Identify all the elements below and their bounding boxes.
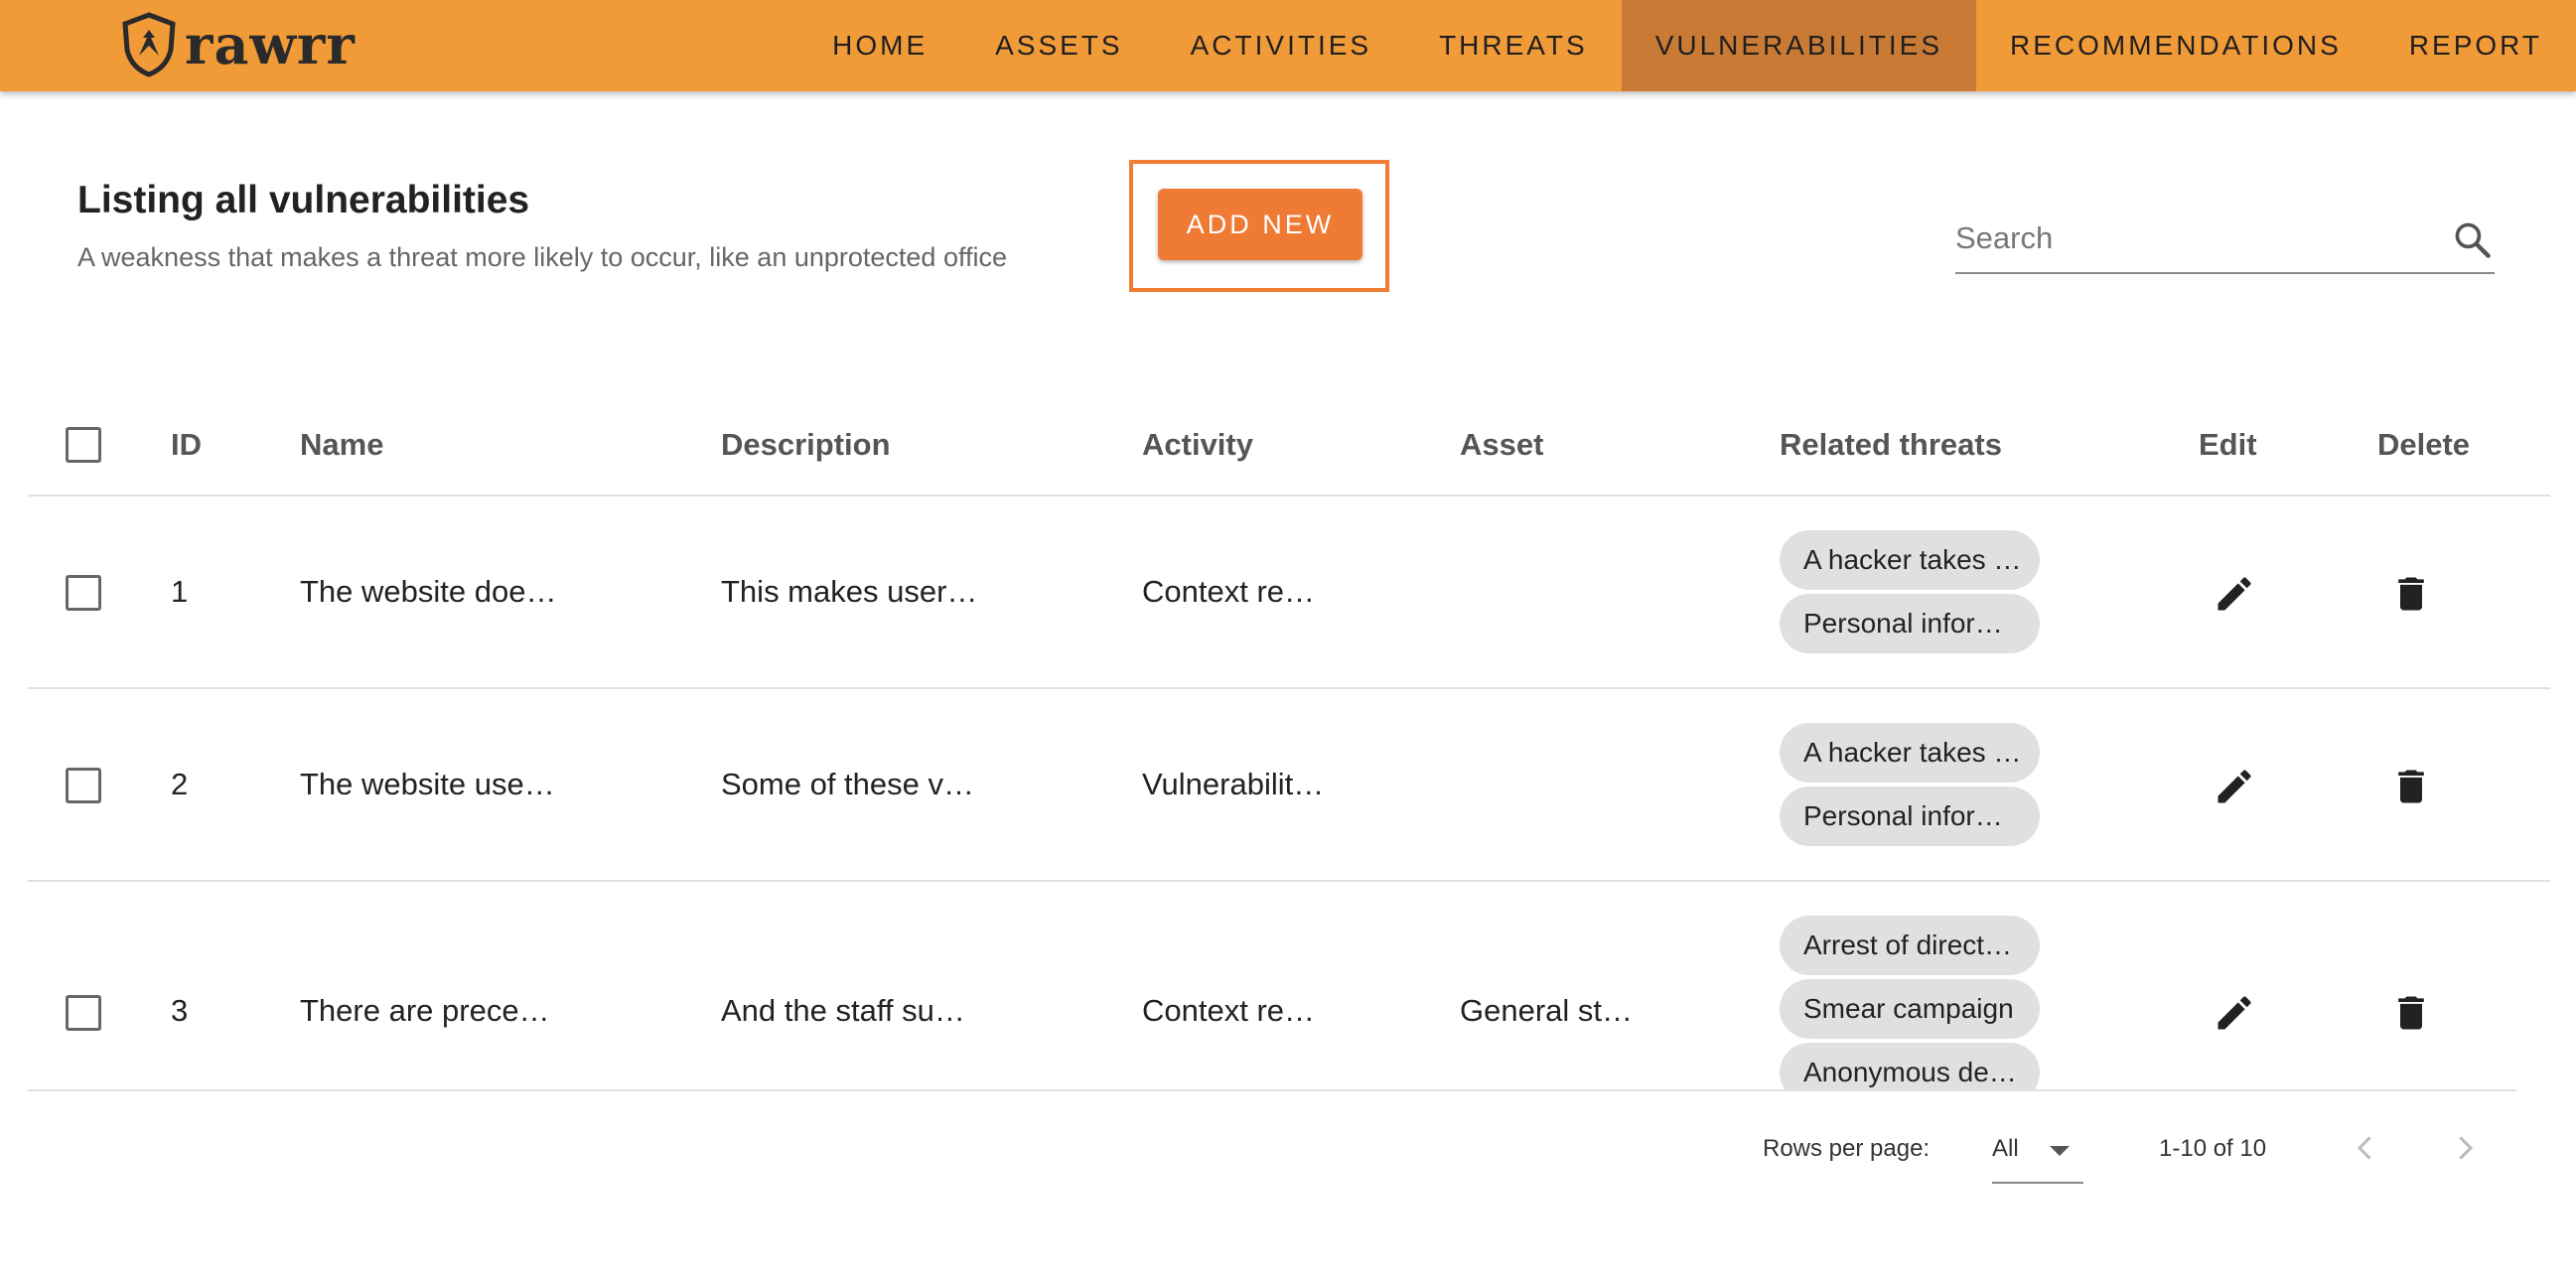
row-description: Some of these v…: [721, 767, 975, 801]
row-checkbox[interactable]: [66, 575, 101, 611]
table-body[interactable]: 1 The website doe… This makes user… Cont…: [28, 497, 2550, 1089]
rows-per-page-value: All: [1992, 1135, 2019, 1162]
threat-chip[interactable]: A hacker takes …: [1780, 723, 2040, 783]
column-header-id[interactable]: ID: [171, 427, 202, 463]
column-header-edit: Edit: [2199, 427, 2257, 462]
threat-chip[interactable]: Smear campaign: [1780, 979, 2040, 1039]
pagination-range: 1-10 of 10: [2159, 1135, 2267, 1162]
threat-chip[interactable]: A hacker takes …: [1780, 530, 2040, 590]
row-checkbox[interactable]: [66, 995, 101, 1031]
shield-logo-icon: [122, 12, 176, 77]
row-checkbox[interactable]: [66, 768, 101, 803]
search-field: [1955, 209, 2495, 274]
table-footer-divider: [28, 1089, 2516, 1091]
row-description: This makes user…: [721, 574, 978, 609]
column-header-activity[interactable]: Activity: [1142, 427, 1253, 463]
page-title: Listing all vulnerabilities: [77, 179, 530, 221]
row-id: 3: [171, 993, 189, 1028]
row-activity: Vulnerabilit…: [1142, 767, 1325, 801]
column-header-related-threats[interactable]: Related threats: [1780, 427, 2002, 463]
nav-activities[interactable]: ACTIVITIES: [1157, 0, 1405, 91]
chevron-down-icon: [2050, 1146, 2070, 1156]
delete-trash-icon[interactable]: [2389, 572, 2433, 616]
nav-threats[interactable]: THREATS: [1405, 0, 1622, 91]
previous-page-icon[interactable]: [2348, 1130, 2383, 1166]
rows-per-page-select[interactable]: All: [1992, 1122, 2083, 1184]
next-page-icon[interactable]: [2447, 1130, 2483, 1166]
row-activity: Context re…: [1142, 993, 1316, 1028]
row-activity: Context re…: [1142, 574, 1316, 609]
nav-vulnerabilities[interactable]: VULNERABILITIES: [1621, 0, 1976, 91]
threat-chip[interactable]: Personal infor…: [1780, 786, 2040, 846]
edit-pencil-icon[interactable]: [2213, 991, 2256, 1035]
page-subtitle: A weakness that makes a threat more like…: [77, 242, 1007, 272]
threat-chip[interactable]: Personal infor…: [1780, 594, 2040, 653]
table-row[interactable]: 2 The website use… Some of these v… Vuln…: [28, 689, 2550, 882]
logo-text: rawrr: [185, 13, 356, 76]
nav-assets[interactable]: ASSETS: [961, 0, 1156, 91]
rows-per-page-label: Rows per page:: [1763, 1135, 1931, 1162]
column-header-asset[interactable]: Asset: [1460, 427, 1543, 463]
edit-pencil-icon[interactable]: [2213, 572, 2256, 616]
threat-chip[interactable]: Arrest of direct…: [1780, 916, 2040, 975]
search-icon[interactable]: [2451, 218, 2495, 262]
threat-chip[interactable]: Anonymous de…: [1780, 1043, 2040, 1089]
edit-pencil-icon[interactable]: [2213, 765, 2256, 808]
delete-trash-icon[interactable]: [2389, 765, 2433, 808]
table-row[interactable]: 1 The website doe… This makes user… Cont…: [28, 497, 2550, 689]
row-id: 2: [171, 767, 189, 801]
delete-trash-icon[interactable]: [2389, 991, 2433, 1035]
row-asset: General st…: [1460, 993, 1634, 1028]
search-input[interactable]: [1955, 209, 2422, 268]
column-header-delete: Delete: [2377, 427, 2471, 462]
row-name: The website use…: [300, 767, 555, 801]
select-all-checkbox[interactable]: [66, 427, 101, 463]
table-row[interactable]: 3 There are prece… And the staff su… Con…: [28, 882, 2550, 1089]
nav-report[interactable]: REPORT: [2375, 0, 2576, 91]
nav-recommendations[interactable]: RECOMMENDATIONS: [1976, 0, 2375, 91]
logo[interactable]: rawrr: [121, 12, 356, 77]
nav-home[interactable]: HOME: [798, 0, 961, 91]
column-header-description[interactable]: Description: [721, 427, 891, 463]
add-new-button[interactable]: ADD NEW: [1158, 189, 1362, 260]
column-header-name[interactable]: Name: [300, 427, 383, 463]
main-nav: HOME ASSETS ACTIVITIES THREATS VULNERABI…: [798, 0, 2576, 91]
row-name: The website doe…: [300, 574, 557, 609]
table-header: ID Name Description Activity Asset Relat…: [28, 397, 2550, 497]
row-description: And the staff su…: [721, 993, 965, 1028]
top-app-bar: rawrr HOME ASSETS ACTIVITIES THREATS VUL…: [0, 0, 2576, 91]
row-id: 1: [171, 574, 189, 609]
row-name: There are prece…: [300, 993, 550, 1028]
